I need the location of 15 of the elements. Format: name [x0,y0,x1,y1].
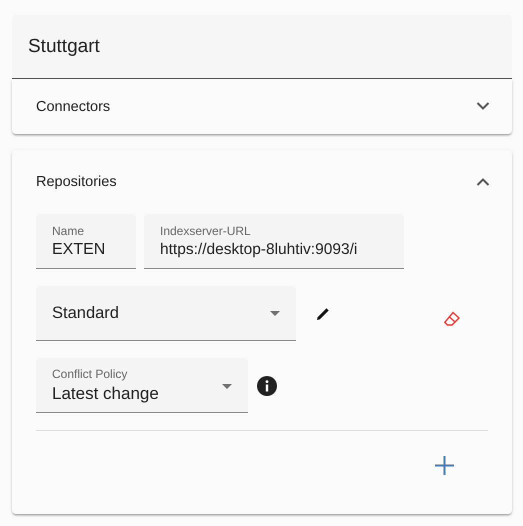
chevron-icon [476,102,490,111]
panel-header[interactable]: Repositories [12,150,512,213]
caret-icon [222,384,232,389]
chevron-icon [476,177,490,186]
conflict-policy-select[interactable]: Conflict Policy Latest change [36,358,248,413]
panel-header[interactable]: Connectors [12,79,512,134]
add-icon[interactable] [435,456,454,475]
url-field[interactable]: Indexserver-URL https://desktop-8luhtiv:9093/i [144,214,404,269]
caret-icon [270,310,280,316]
eraser-icon[interactable] [443,310,461,326]
name-field[interactable]: Name EXTEN [36,214,136,269]
page-title: Stuttgart [28,36,100,58]
pencil-icon[interactable] [315,306,331,322]
profile-select[interactable]: Standard [36,286,296,341]
info-icon[interactable] [257,376,277,396]
